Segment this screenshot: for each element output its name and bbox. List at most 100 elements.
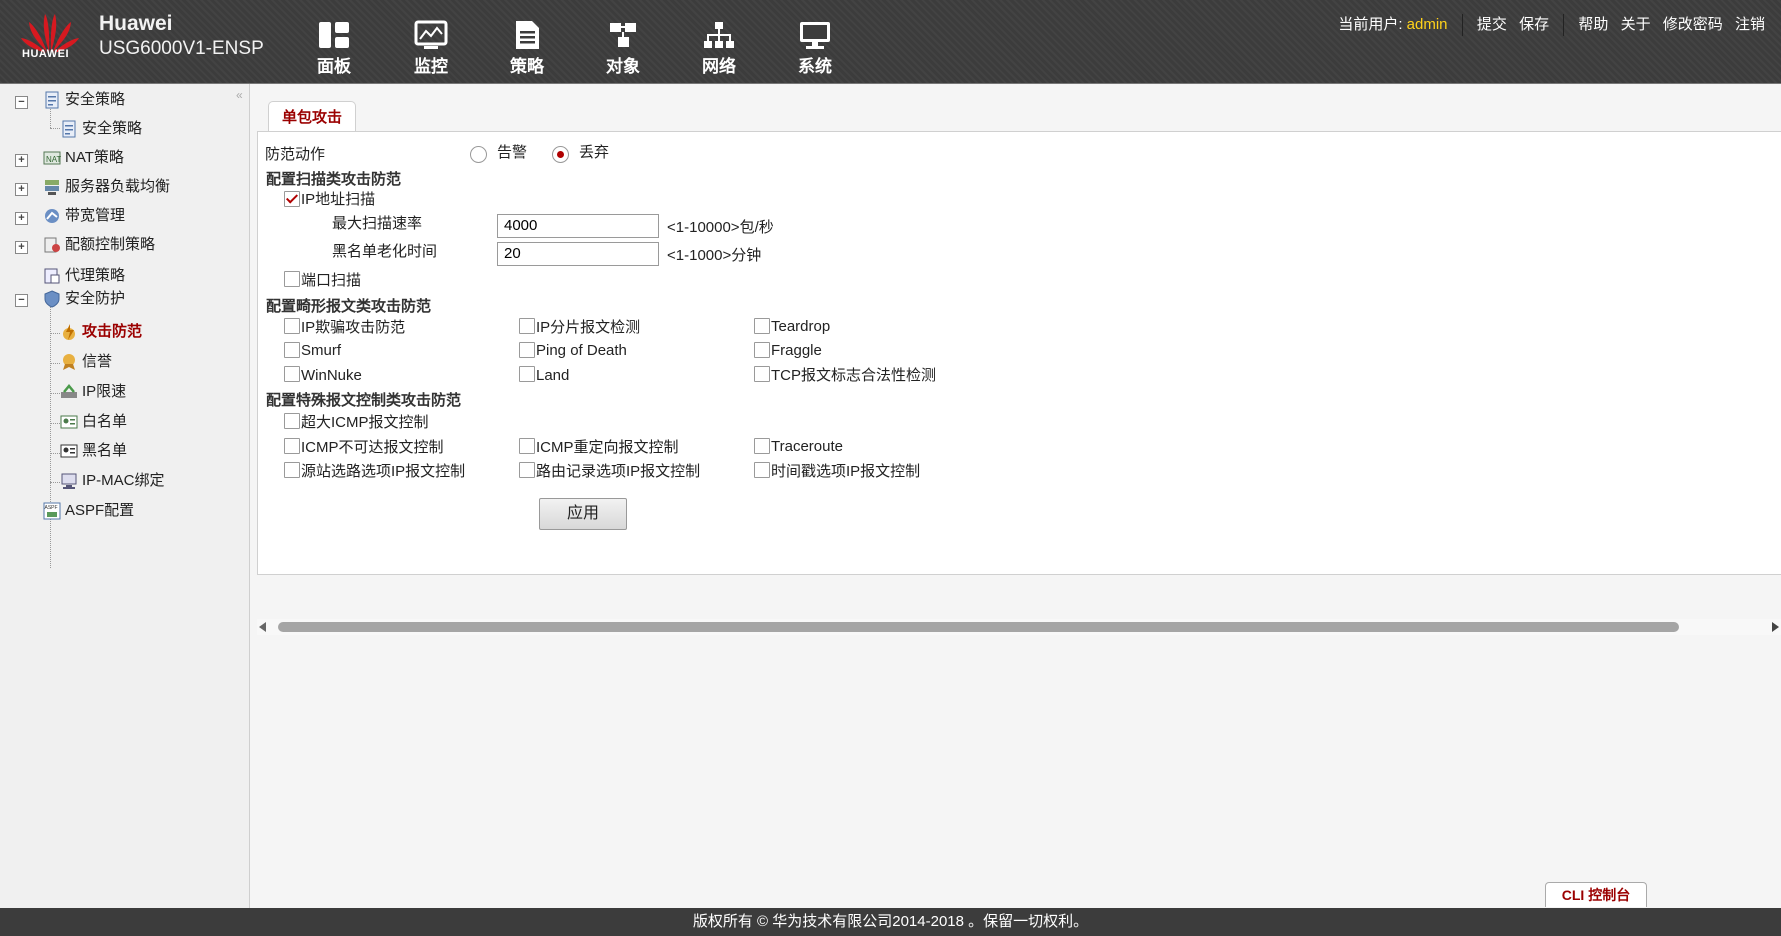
max-rate-label: 最大扫描速率 (332, 215, 423, 232)
change-password-link[interactable]: 修改密码 (1663, 13, 1723, 34)
nav-label: 策略 (510, 57, 544, 76)
tree-line (50, 482, 60, 483)
traceroute-checkbox[interactable] (754, 438, 770, 454)
source-route-label: 源站选路选项IP报文控制 (301, 463, 466, 480)
sidebar-item-label: 黑名单 (82, 442, 128, 459)
separator (1461, 14, 1463, 37)
sidebar-item-ip-mac-binding[interactable]: IP-MAC绑定 (60, 469, 165, 493)
sidebar-item-attack-defense[interactable]: 攻击防范 (60, 320, 142, 344)
nav-policy[interactable]: 策略 (493, 16, 561, 77)
expand-toggle[interactable]: + (15, 212, 28, 225)
monitor-icon (414, 20, 448, 49)
expand-toggle[interactable]: − (15, 294, 28, 307)
sidebar-item-label: NAT策略 (65, 149, 124, 166)
action-drop-radio[interactable] (552, 146, 569, 163)
sidebar-item-label: 安全防护 (65, 290, 126, 307)
timestamp-checkbox[interactable] (754, 462, 770, 478)
apply-button[interactable]: 应用 (539, 498, 627, 530)
logout-link[interactable]: 注销 (1735, 13, 1765, 34)
scroll-right-icon[interactable] (1772, 622, 1779, 632)
sidebar-item-server-load-balancing[interactable]: 服务器负载均衡 (43, 175, 170, 199)
sidebar-item-blacklist[interactable]: 黑名单 (60, 439, 127, 463)
winnuke-label: WinNuke (301, 367, 362, 384)
nav-object[interactable]: 对象 (589, 16, 657, 77)
teardrop-checkbox[interactable] (754, 318, 770, 334)
timestamp-label: 时间戳选项IP报文控制 (771, 463, 921, 480)
nav-monitor[interactable]: 监控 (397, 16, 465, 77)
max-rate-input[interactable] (497, 214, 659, 238)
expand-toggle[interactable]: + (15, 183, 28, 196)
scroll-thumb[interactable] (278, 622, 1679, 632)
ip-scan-label: IP地址扫描 (301, 191, 376, 208)
ping-of-death-checkbox[interactable] (519, 342, 535, 358)
blacklist-age-input[interactable] (497, 242, 659, 266)
tree-line (50, 363, 60, 364)
record-route-checkbox[interactable] (519, 462, 535, 478)
sidebar-item-label: 白名单 (82, 413, 128, 430)
ip-fragment-checkbox[interactable] (519, 318, 535, 334)
icmp-unreachable-checkbox[interactable] (284, 438, 300, 454)
about-link[interactable]: 关于 (1621, 13, 1651, 34)
source-route-checkbox[interactable] (284, 462, 300, 478)
ip-rate-limit-icon (61, 384, 77, 399)
sidebar-item-label: IP限速 (82, 383, 127, 400)
ip-scan-checkbox[interactable] (284, 191, 300, 207)
nav-label: 面板 (317, 57, 351, 76)
expand-toggle[interactable]: − (15, 96, 28, 109)
current-user-label: 当前用户: (1338, 16, 1403, 33)
sidebar-item-security-protection[interactable]: 安全防护 (43, 287, 125, 311)
nav-dashboard[interactable]: 面板 (300, 16, 368, 77)
tcp-flag-checkbox[interactable] (754, 366, 770, 382)
expand-toggle[interactable]: + (15, 154, 28, 167)
sidebar-item-proxy-policy[interactable]: 代理策略 (43, 264, 125, 288)
sidebar-item-aspf[interactable]: ASPF ASPF配置 (43, 499, 134, 523)
nav-system[interactable]: 系统 (781, 16, 849, 77)
tree-line (50, 302, 51, 568)
ip-mac-binding-icon (61, 473, 77, 490)
sidebar: « − 安全策略 安全策略 + NAT NAT策略 + 服务器负载均衡 + 带宽管… (0, 84, 250, 908)
sidebar-item-nat-policy[interactable]: NAT NAT策略 (43, 146, 124, 170)
help-link[interactable]: 帮助 (1578, 13, 1608, 34)
sidebar-item-ip-rate-limit[interactable]: IP限速 (60, 380, 126, 404)
port-scan-label: 端口扫描 (301, 272, 362, 289)
icmp-redirect-checkbox[interactable] (519, 438, 535, 454)
port-scan-checkbox[interactable] (284, 271, 300, 287)
fraggle-checkbox[interactable] (754, 342, 770, 358)
tree-line (50, 128, 60, 129)
sidebar-item-label: 代理策略 (65, 267, 126, 284)
server-lb-icon (45, 180, 59, 196)
svg-text:NAT: NAT (46, 155, 61, 164)
land-checkbox[interactable] (519, 366, 535, 382)
dashboard-icon (319, 22, 349, 48)
sidebar-item-security-policy[interactable]: 安全策略 (60, 117, 142, 141)
sidebar-item-reputation[interactable]: 信誉 (60, 350, 112, 374)
tree-line (50, 453, 60, 454)
smurf-label: Smurf (301, 342, 342, 359)
expand-toggle[interactable]: + (15, 241, 28, 254)
blacklist-age-label: 黑名单老化时间 (332, 243, 438, 260)
large-icmp-checkbox[interactable] (284, 413, 300, 429)
action-alarm-radio[interactable] (470, 146, 487, 163)
sidebar-item-bandwidth[interactable]: 带宽管理 (43, 204, 125, 228)
nav-network[interactable]: 网络 (685, 16, 753, 77)
tree-line (50, 333, 60, 334)
sidebar-item-quota-control[interactable]: 配额控制策略 (43, 233, 155, 257)
cli-console-button[interactable]: CLI 控制台 (1545, 882, 1647, 907)
submit-link[interactable]: 提交 (1477, 13, 1507, 34)
ip-spoof-checkbox[interactable] (284, 318, 300, 334)
winnuke-checkbox[interactable] (284, 366, 300, 382)
horizontal-scrollbar[interactable] (257, 619, 1781, 635)
bandwidth-icon (45, 209, 59, 224)
collapse-sidebar-icon[interactable]: « (236, 88, 243, 102)
sidebar-item-label: ASPF配置 (65, 502, 135, 519)
tab-single-packet-attack[interactable]: 单包攻击 (268, 101, 356, 132)
scroll-left-icon[interactable] (259, 622, 266, 632)
malformed-section-title: 配置畸形报文类攻击防范 (266, 298, 432, 315)
smurf-checkbox[interactable] (284, 342, 300, 358)
security-policy-icon (45, 91, 59, 109)
sidebar-item-label: 安全策略 (65, 91, 126, 108)
save-link[interactable]: 保存 (1519, 13, 1549, 34)
sidebar-item-whitelist[interactable]: 白名单 (60, 410, 127, 434)
main-content: 单包攻击 防范动作 告警 丢弃 配置扫描类攻击防范 IP地址扫描 最大扫描速率 … (250, 84, 1781, 908)
sidebar-item-security-policy-group[interactable]: 安全策略 (43, 88, 125, 112)
